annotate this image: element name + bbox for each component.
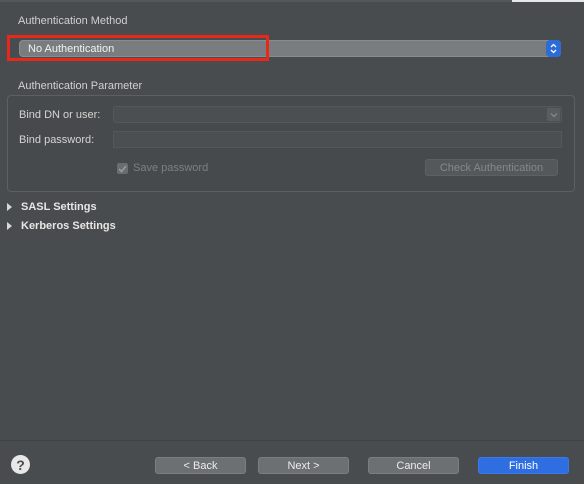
bind-password-field[interactable]	[113, 131, 562, 148]
up-down-chevron-icon[interactable]	[546, 40, 561, 57]
auth-param-title: Authentication Parameter	[18, 80, 143, 92]
save-password-checkbox[interactable]	[117, 163, 128, 174]
stepper-glyph	[550, 43, 557, 54]
disclosure-triangle-icon	[7, 222, 12, 230]
chevron-down-icon[interactable]	[547, 108, 560, 121]
auth-method-title: Authentication Method	[18, 15, 128, 27]
checkmark-icon	[118, 165, 127, 173]
cancel-button[interactable]: Cancel	[368, 457, 459, 474]
check-authentication-button[interactable]: Check Authentication	[425, 159, 558, 176]
bind-dn-combo[interactable]	[113, 106, 562, 123]
question-mark-icon[interactable]: ?	[11, 455, 30, 474]
footer-divider	[0, 440, 584, 441]
kerberos-settings-toggle[interactable]: Kerberos Settings	[7, 220, 116, 232]
bind-dn-label: Bind DN or user:	[19, 109, 101, 121]
sasl-settings-toggle[interactable]: SASL Settings	[7, 201, 97, 213]
save-password-label: Save password	[133, 162, 209, 174]
chevron-down-glyph	[550, 112, 557, 117]
top-strip	[0, 0, 584, 2]
kerberos-settings-label: Kerberos Settings	[21, 220, 116, 232]
top-strip-accent	[512, 0, 584, 2]
sasl-settings-label: SASL Settings	[21, 201, 97, 213]
back-button[interactable]: < Back	[155, 457, 246, 474]
bind-password-label: Bind password:	[19, 134, 95, 146]
disclosure-triangle-icon	[7, 203, 12, 211]
finish-button[interactable]: Finish	[478, 457, 569, 474]
selection-highlight-box	[7, 35, 269, 61]
next-button[interactable]: Next >	[258, 457, 349, 474]
